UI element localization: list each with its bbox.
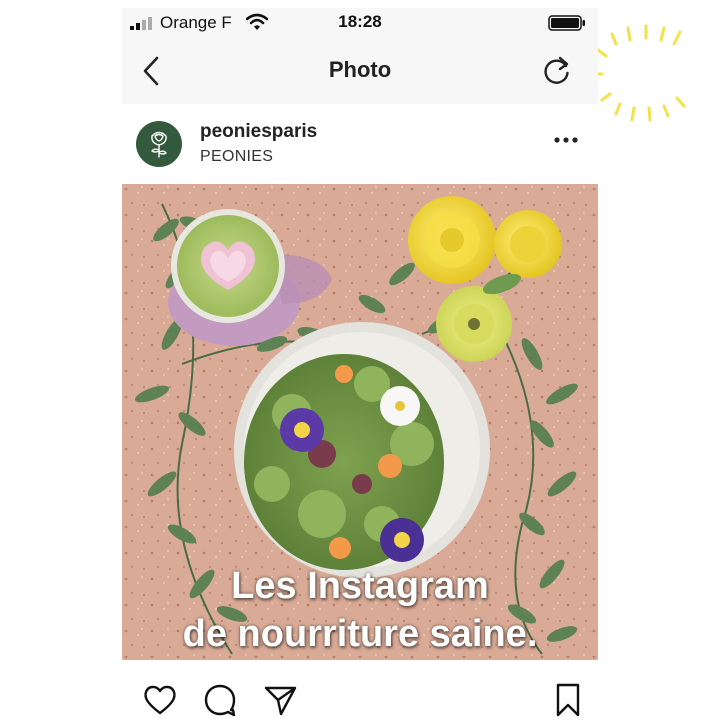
refresh-icon[interactable]	[540, 54, 574, 88]
navigation-bar: Photo	[122, 38, 598, 104]
page-title: Photo	[328, 57, 392, 82]
photo-caption: Les Instagram de nourriture saine.	[122, 562, 598, 658]
phone-screen: Orange F 18:28 Photo peoniesparis PEONIE…	[122, 8, 598, 720]
post-location[interactable]: PEONIES	[200, 148, 273, 166]
status-time: 18:28	[338, 12, 382, 31]
sparkle-decoration-icon	[590, 24, 686, 122]
post-photo[interactable]: Les Instagram de nourriture saine.	[122, 184, 598, 660]
caption-line-1: Les Instagram	[231, 565, 489, 607]
status-bar: Orange F 18:28	[122, 8, 598, 38]
screen-frame: Orange F 18:28 Photo peoniesparis PEONIE…	[0, 0, 720, 720]
bookmark-icon[interactable]	[550, 682, 586, 718]
battery-icon	[548, 15, 585, 31]
post-action-bar	[122, 660, 598, 720]
heart-icon[interactable]	[142, 682, 178, 718]
rose-logo-icon	[151, 131, 167, 158]
avatar[interactable]	[136, 121, 182, 167]
comment-bubble-icon[interactable]	[202, 682, 238, 718]
paper-plane-icon[interactable]	[262, 682, 298, 718]
more-dots-icon[interactable]	[552, 134, 580, 146]
username[interactable]: peoniesparis	[200, 121, 317, 143]
post-header: peoniesparis PEONIES	[122, 104, 598, 184]
caption-line-2: de nourriture saine.	[182, 613, 538, 655]
